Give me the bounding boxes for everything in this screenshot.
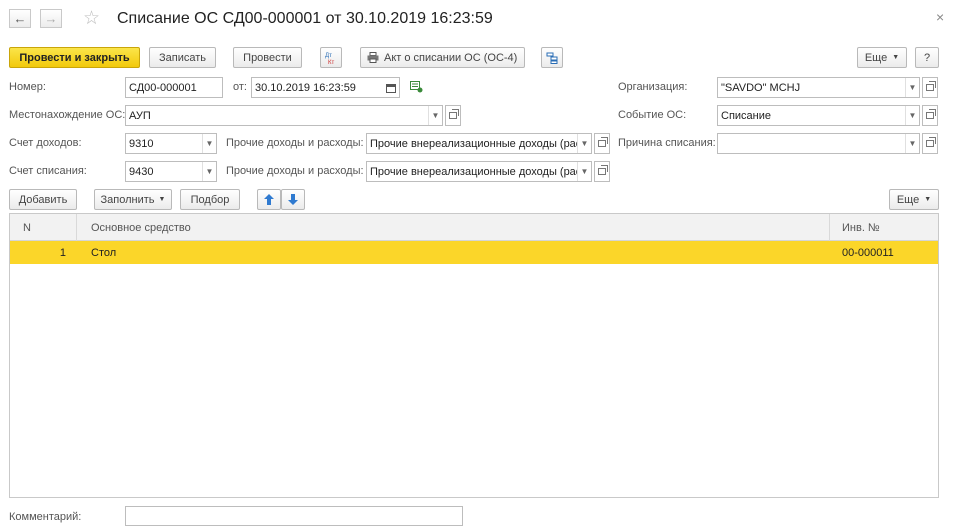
column-header-asset[interactable]: Основное средство: [91, 214, 191, 241]
income-account-label: Счет доходов:: [9, 137, 82, 149]
hierarchy-icon: [546, 52, 558, 64]
income-account-value: 9310: [129, 137, 154, 150]
more-label: Еще: [864, 51, 888, 64]
structure-button[interactable]: [541, 47, 563, 68]
more-button[interactable]: Еще ▼: [857, 47, 907, 68]
other-expense-label: Прочие доходы и расходы:: [226, 165, 364, 177]
open-icon: [598, 165, 608, 175]
open-icon: [926, 81, 936, 91]
row-inv-number: 00-000011: [842, 246, 894, 259]
column-header-n[interactable]: N: [23, 214, 31, 241]
event-value: Списание: [721, 109, 771, 122]
help-button[interactable]: ?: [915, 47, 939, 68]
organization-field[interactable]: "SAVDO" MCHJ ▼: [717, 77, 920, 98]
printer-icon: [367, 52, 379, 63]
other-expense-open-button[interactable]: [594, 161, 610, 182]
date-value: 30.10.2019 16:23:59: [255, 81, 356, 94]
table-more-label: Еще: [896, 193, 920, 206]
arrow-down-icon: [288, 194, 298, 205]
location-value: АУП: [129, 109, 151, 122]
event-field[interactable]: Списание ▼: [717, 105, 920, 126]
favorite-star-icon[interactable]: ☆: [83, 7, 100, 30]
close-icon[interactable]: ×: [936, 9, 944, 25]
fill-button[interactable]: Заполнить ▼: [94, 189, 172, 210]
move-down-button[interactable]: [281, 189, 305, 210]
column-header-inv[interactable]: Инв. №: [842, 214, 880, 241]
calendar-icon[interactable]: [386, 83, 396, 93]
assets-table[interactable]: N Основное средство Инв. № 1 Стол 00-000…: [9, 213, 939, 498]
row-number: 1: [59, 246, 66, 259]
open-icon: [598, 137, 608, 147]
row-asset: Стол: [91, 246, 117, 259]
arrow-right-icon: →: [44, 11, 58, 26]
organization-value: "SAVDO" MCHJ: [721, 81, 801, 94]
fill-label: Заполнить: [100, 193, 155, 206]
arrow-up-icon: [264, 194, 274, 205]
writeoff-account-value: 9430: [129, 165, 154, 178]
comment-label: Комментарий:: [9, 511, 82, 523]
act-os4-button[interactable]: Акт о списании ОС (ОС-4): [360, 47, 525, 68]
forward-button[interactable]: →: [40, 9, 62, 28]
number-value: СД00-000001: [129, 81, 197, 94]
back-button[interactable]: ←: [9, 9, 31, 28]
number-label: Номер:: [9, 81, 46, 93]
other-expense-field[interactable]: Прочие внереализационные доходы (рас ▼: [366, 161, 592, 182]
chevron-down-icon: ▼: [924, 196, 932, 203]
organization-open-button[interactable]: [922, 77, 938, 98]
svg-text:Дт: Дт: [325, 53, 332, 59]
open-icon: [926, 137, 936, 147]
table-more-button[interactable]: Еще ▼: [889, 189, 939, 210]
other-income-value: Прочие внереализационные доходы (рас: [370, 137, 577, 150]
dt-kt-button[interactable]: Дт Кт: [320, 47, 342, 68]
organization-label: Организация:: [618, 81, 688, 93]
document-info-icon[interactable]: [410, 81, 423, 93]
reason-open-button[interactable]: [922, 133, 938, 154]
dt-kt-icon: Дт Кт: [325, 53, 334, 65]
other-expense-value: Прочие внереализационные доходы (рас: [370, 165, 577, 178]
date-label: от:: [233, 81, 247, 93]
select-button[interactable]: Подбор: [180, 189, 240, 210]
page-title: Списание ОС СД00-000001 от 30.10.2019 16…: [117, 10, 493, 27]
income-account-field[interactable]: 9310 ▼: [125, 133, 217, 154]
other-income-field[interactable]: Прочие внереализационные доходы (рас ▼: [366, 133, 592, 154]
dropdown-icon[interactable]: ▼: [428, 106, 442, 125]
location-open-button[interactable]: [445, 105, 461, 126]
post-button[interactable]: Провести: [233, 47, 302, 68]
dropdown-icon[interactable]: ▼: [202, 162, 216, 181]
open-icon: [926, 109, 936, 119]
writeoff-account-field[interactable]: 9430 ▼: [125, 161, 217, 182]
save-button[interactable]: Записать: [149, 47, 216, 68]
reason-label: Причина списания:: [618, 137, 716, 149]
dropdown-icon[interactable]: ▼: [577, 162, 591, 181]
arrow-left-icon: ←: [13, 11, 27, 26]
location-field[interactable]: АУП ▼: [125, 105, 443, 126]
other-income-label: Прочие доходы и расходы:: [226, 137, 364, 149]
number-field[interactable]: СД00-000001: [125, 77, 223, 98]
dropdown-icon[interactable]: ▼: [202, 134, 216, 153]
dropdown-icon[interactable]: ▼: [577, 134, 591, 153]
event-open-button[interactable]: [922, 105, 938, 126]
dropdown-icon[interactable]: ▼: [905, 106, 919, 125]
act-os4-label: Акт о списании ОС (ОС-4): [384, 51, 518, 64]
reason-field[interactable]: ▼: [717, 133, 920, 154]
writeoff-account-label: Счет списания:: [9, 165, 87, 177]
location-label: Местонахождение ОС:: [9, 109, 126, 121]
event-label: Событие ОС:: [618, 109, 687, 121]
add-row-button[interactable]: Добавить: [9, 189, 77, 210]
comment-field[interactable]: [125, 506, 463, 526]
chevron-down-icon: ▼: [892, 54, 900, 61]
chevron-down-icon: ▼: [158, 196, 166, 203]
svg-text:Кт: Кт: [328, 60, 334, 65]
dropdown-icon[interactable]: ▼: [905, 78, 919, 97]
post-and-close-button[interactable]: Провести и закрыть: [9, 47, 140, 68]
other-income-open-button[interactable]: [594, 133, 610, 154]
open-icon: [449, 109, 459, 119]
move-up-button[interactable]: [257, 189, 281, 210]
date-field[interactable]: 30.10.2019 16:23:59: [251, 77, 400, 98]
table-row[interactable]: 1 Стол 00-000011: [10, 241, 938, 264]
table-header: N Основное средство Инв. №: [10, 214, 938, 241]
dropdown-icon[interactable]: ▼: [905, 134, 919, 153]
